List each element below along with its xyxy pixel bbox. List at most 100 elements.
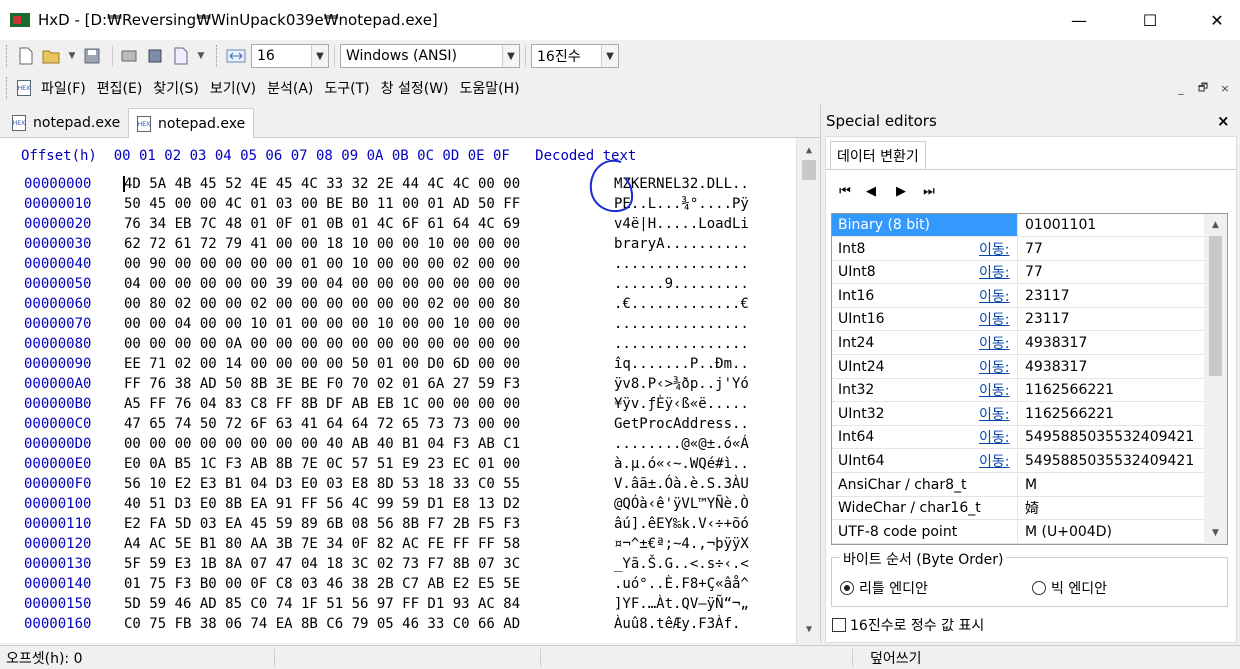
scroll-down-icon[interactable]: ▼ <box>797 619 821 639</box>
scroll-down-icon[interactable]: ▼ <box>1204 524 1227 542</box>
row-bytes[interactable]: A5 FF 76 04 83 C8 FF 8B DF AB EB 1C 00 0… <box>124 396 520 412</box>
export-icon[interactable] <box>170 45 192 67</box>
scroll-thumb[interactable] <box>1209 236 1222 376</box>
mdi-close-button[interactable]: × <box>1216 80 1234 96</box>
row-bytes[interactable]: 01 75 F3 B0 00 0F C8 03 46 38 2B C7 AB E… <box>124 576 520 592</box>
row-decoded-text[interactable]: ÿv8.P‹>¾ðp..j'Yó <box>614 376 749 392</box>
inspector-row[interactable]: UTF-8 code point M (U+004D) <box>832 520 1204 544</box>
row-bytes[interactable]: EE 71 02 00 14 00 00 00 00 50 01 00 D0 6… <box>124 356 520 372</box>
row-decoded-text[interactable]: .€.............€ <box>614 296 749 312</box>
open-folder-icon[interactable] <box>41 45 63 67</box>
menu-view[interactable]: 보기(V) <box>210 78 256 98</box>
row-bytes[interactable]: 04 00 00 00 00 00 39 00 04 00 00 00 00 0… <box>124 276 520 292</box>
row-decoded-text[interactable]: GetProcAddress.. <box>614 416 749 432</box>
row-decoded-text[interactable]: ................ <box>614 336 749 352</box>
inspector-value[interactable]: 婍 <box>1019 497 1039 519</box>
open-disk-icon[interactable] <box>118 45 140 67</box>
menu-help[interactable]: 도움말(H) <box>460 78 520 98</box>
inspector-value[interactable]: 4938317 <box>1019 356 1087 378</box>
inspector-row[interactable]: Int24 이동: 4938317 <box>832 332 1204 355</box>
row-decoded-text[interactable]: à.µ.ó«‹~.WQé#ì.. <box>614 456 749 472</box>
menu-file[interactable]: 파일(F) <box>41 78 86 98</box>
row-decoded-text[interactable]: @QÓà‹ê'ÿVL™YÑè.Ò <box>614 496 749 512</box>
menu-search[interactable]: 찾기(S) <box>153 78 199 98</box>
row-decoded-text[interactable]: .uó°..È.F8+Ç«âå^ <box>614 576 749 592</box>
inspector-value[interactable]: 5495885035532409421 <box>1019 450 1194 472</box>
row-decoded-text[interactable]: Àuû8.têÆy.F3Àf. <box>614 616 740 632</box>
tab-notepad-2[interactable]: HEX notepad.exe <box>128 108 255 139</box>
goto-link[interactable]: 이동: <box>979 379 1009 401</box>
row-bytes[interactable]: 47 65 74 50 72 6F 63 41 64 64 72 65 73 7… <box>124 416 520 432</box>
charset-select[interactable]: Windows (ANSI) ▼ <box>340 44 520 68</box>
mdi-restore-button[interactable]: 🗗 <box>1194 80 1212 96</box>
save-icon[interactable] <box>81 45 103 67</box>
menu-window[interactable]: 창 설정(W) <box>381 78 449 98</box>
goto-link[interactable]: 이동: <box>979 308 1009 330</box>
inspector-row[interactable]: Int64 이동: 5495885035532409421 <box>832 426 1204 450</box>
row-bytes[interactable]: 40 51 D3 E0 8B EA 91 FF 56 4C 99 59 D1 E… <box>124 496 520 512</box>
row-decoded-text[interactable]: ........@«@±.ó«Á <box>614 436 749 452</box>
hex-integer-checkbox[interactable]: 16진수로 정수 값 표시 <box>832 615 984 635</box>
dropdown-arrow-icon[interactable]: ▼ <box>196 45 206 67</box>
close-button[interactable]: ✕ <box>1194 0 1240 40</box>
row-decoded-text[interactable]: ¥ÿv.ƒÈÿ‹ß«ë..... <box>614 396 749 412</box>
inspector-value[interactable]: 4938317 <box>1019 332 1087 354</box>
inspector-row[interactable]: UInt32 이동: 1162566221 <box>832 402 1204 426</box>
previous-icon[interactable]: ◀ <box>862 183 880 199</box>
close-icon[interactable]: × <box>1217 112 1230 130</box>
next-icon[interactable]: ▶ <box>892 183 910 199</box>
maximize-button[interactable]: ☐ <box>1127 0 1173 40</box>
row-bytes[interactable]: 76 34 EB 7C 48 01 0F 01 0B 01 4C 6F 61 6… <box>124 216 520 232</box>
goto-link[interactable]: 이동: <box>979 356 1009 378</box>
inspector-value[interactable]: 77 <box>1019 238 1043 260</box>
row-decoded-text[interactable]: ¤¬^±€ª;~4.‚¬þÿÿX <box>614 536 749 552</box>
row-decoded-text[interactable]: ]YF.…Àt.QV—ÿÑ“¬„ <box>614 596 749 612</box>
first-icon[interactable]: ⏮ <box>836 183 854 199</box>
scroll-up-icon[interactable]: ▲ <box>1204 216 1227 234</box>
hex-scrollbar[interactable]: ▲ ▼ <box>796 138 820 643</box>
inspector-value[interactable]: 77 <box>1019 261 1043 283</box>
goto-link[interactable]: 이동: <box>979 332 1009 354</box>
row-bytes[interactable]: 56 10 E2 E3 B1 04 D3 E0 03 E8 8D 53 18 3… <box>124 476 520 492</box>
goto-link[interactable]: 이동: <box>979 285 1009 307</box>
new-file-icon[interactable] <box>15 45 37 67</box>
bytes-per-row-select[interactable]: 16 ▼ <box>251 44 329 68</box>
row-decoded-text[interactable]: ................ <box>614 256 749 272</box>
mdi-minimize-button[interactable]: _ <box>1172 80 1190 96</box>
row-bytes[interactable]: 50 45 00 00 4C 01 03 00 BE B0 11 00 01 A… <box>124 196 520 212</box>
inspector-row[interactable]: Int16 이동: 23117 <box>832 284 1204 308</box>
last-icon[interactable]: ⏭ <box>920 183 938 199</box>
row-decoded-text[interactable]: âú].êEY‰k.V‹÷+õó <box>614 516 749 532</box>
open-ram-icon[interactable] <box>144 45 166 67</box>
inspector-value[interactable]: M <box>1019 474 1037 496</box>
inspector-value[interactable]: 1162566221 <box>1019 379 1114 401</box>
scroll-thumb[interactable] <box>802 160 816 180</box>
inspector-row[interactable]: UInt24 이동: 4938317 <box>832 355 1204 379</box>
menu-analysis[interactable]: 분석(A) <box>267 78 313 98</box>
row-decoded-text[interactable]: ................ <box>614 316 749 332</box>
row-decoded-text[interactable]: V.âã±.Óà.è.S.3ÀU <box>614 476 749 492</box>
row-bytes[interactable]: 00 00 04 00 00 10 01 00 00 00 10 00 00 1… <box>124 316 520 332</box>
inspector-row[interactable]: Int8 이동: 77 <box>832 237 1204 261</box>
row-bytes[interactable]: 4D 5A 4B 45 52 4E 45 4C 33 32 2E 44 4C 4… <box>124 176 520 192</box>
hex-editor[interactable]: Offset(h) 00 01 02 03 04 05 06 07 08 09 … <box>0 138 820 643</box>
big-endian-radio[interactable]: 빅 엔디안 <box>1032 578 1107 598</box>
row-bytes[interactable]: 00 90 00 00 00 00 00 01 00 10 00 00 00 0… <box>124 256 520 272</box>
inspector-row[interactable]: UInt16 이동: 23117 <box>832 308 1204 332</box>
inspector-value[interactable]: 1162566221 <box>1019 403 1114 425</box>
row-decoded-text[interactable]: ......9......... <box>614 276 749 292</box>
menu-edit[interactable]: 편집(E) <box>97 78 143 98</box>
row-bytes[interactable]: 00 80 02 00 00 02 00 00 00 00 00 00 02 0… <box>124 296 520 312</box>
row-bytes[interactable]: E0 0A B5 1C F3 AB 8B 7E 0C 57 51 E9 23 E… <box>124 456 520 472</box>
little-endian-radio[interactable]: 리틀 엔디안 <box>840 578 928 598</box>
tab-data-inspector[interactable]: 데이터 변환기 <box>830 141 926 169</box>
row-bytes[interactable]: FF 76 38 AD 50 8B 3E BE F0 70 02 01 6A 2… <box>124 376 520 392</box>
minimize-button[interactable]: — <box>1056 0 1102 40</box>
row-decoded-text[interactable]: braryA.......... <box>614 236 749 252</box>
row-bytes[interactable]: 5D 59 46 AD 85 C0 74 1F 51 56 97 FF D1 9… <box>124 596 520 612</box>
row-bytes[interactable]: 62 72 61 72 79 41 00 00 18 10 00 00 10 0… <box>124 236 520 252</box>
inspector-row[interactable]: WideChar / char16_t 婍 <box>832 497 1204 521</box>
row-bytes[interactable]: A4 AC 5E B1 80 AA 3B 7E 34 0F 82 AC FE F… <box>124 536 520 552</box>
inspector-value[interactable]: M (U+004D) <box>1019 521 1112 543</box>
row-decoded-text[interactable]: v4ë|H.....LoadLi <box>614 216 749 232</box>
